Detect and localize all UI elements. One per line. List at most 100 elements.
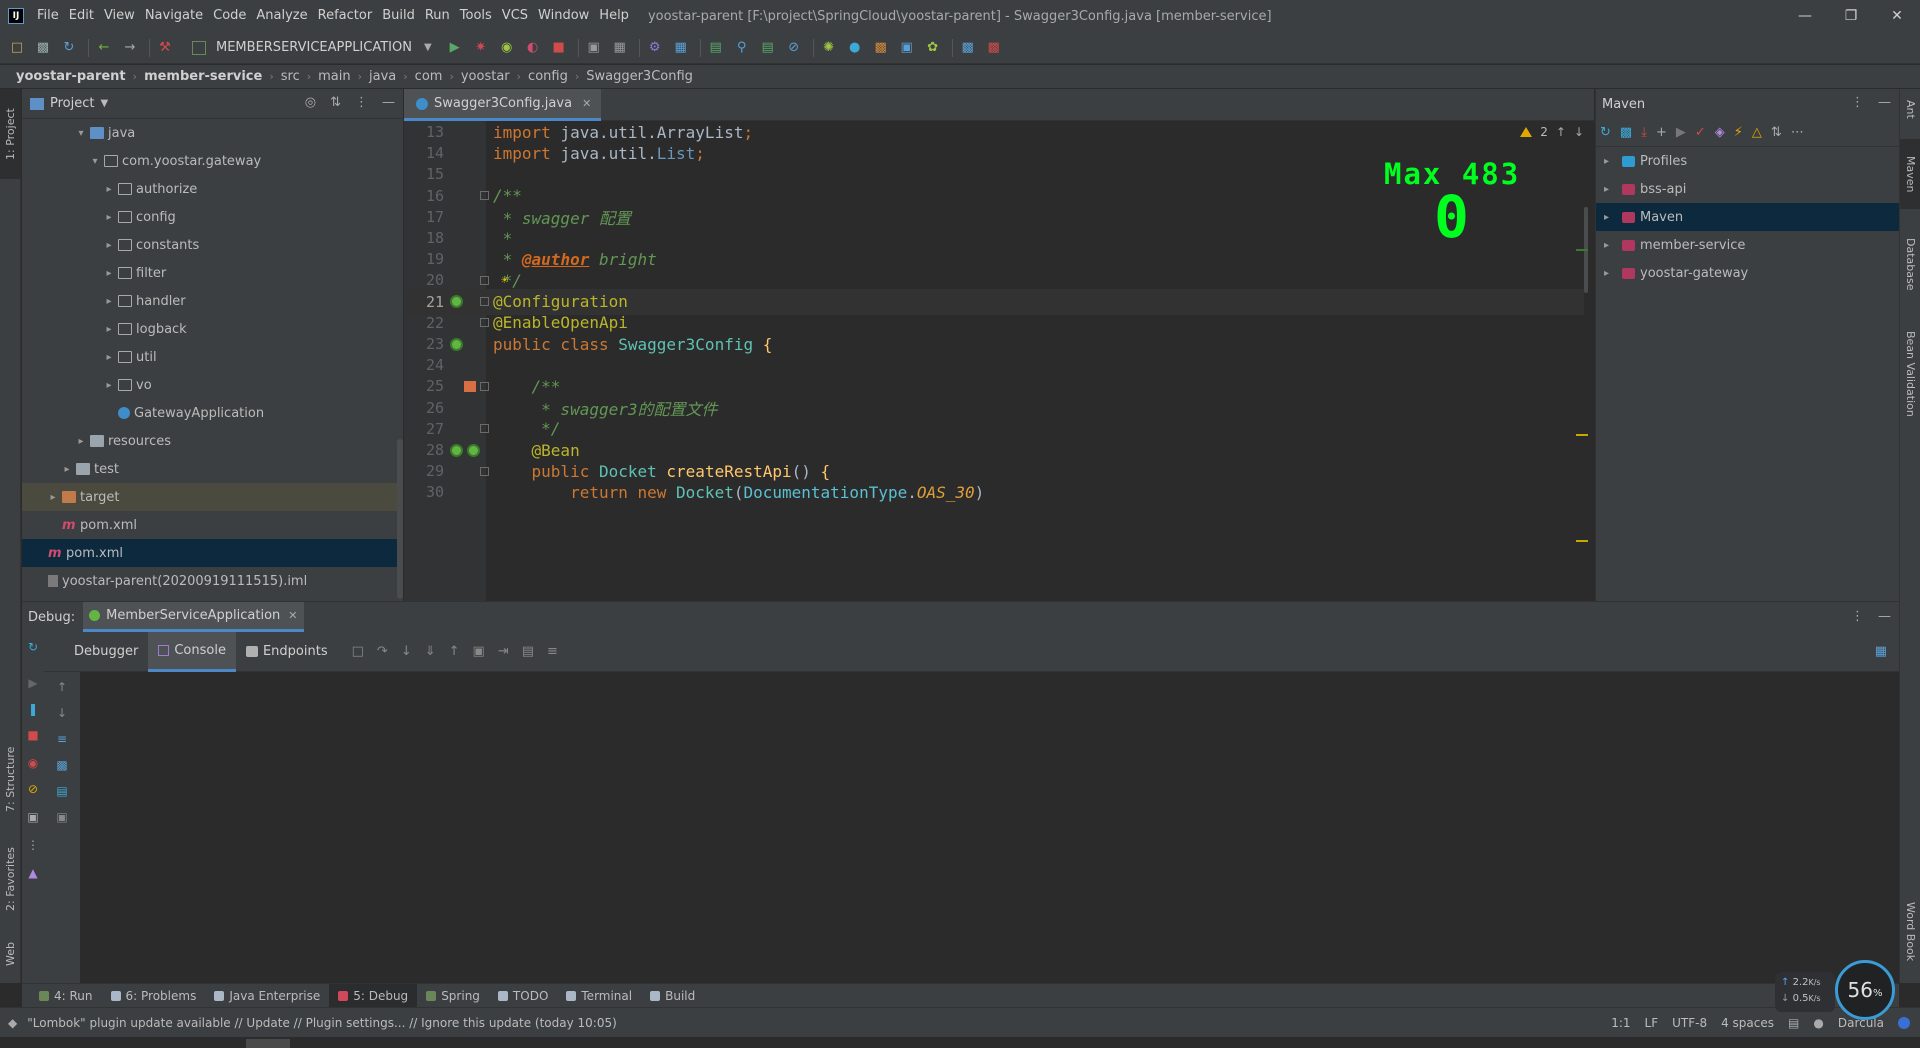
tree-node[interactable]: GatewayApplication [22, 399, 403, 427]
lock-icon[interactable]: ▤ [1788, 1016, 1799, 1030]
chevron-right-icon[interactable]: ▸ [1604, 240, 1618, 251]
status-message[interactable]: "Lombok" plugin update available // Upda… [27, 1016, 617, 1030]
module-plugin-icon[interactable]: ▩ [870, 37, 892, 59]
breadcrumb-item[interactable]: src [281, 69, 300, 84]
breadcrumb-item[interactable]: member-service [144, 69, 262, 84]
layout-plugin-icon[interactable]: ▣ [896, 37, 918, 59]
reload-icon[interactable]: ↻ [1600, 125, 1611, 140]
menu-file[interactable]: File [32, 0, 64, 32]
tree-node[interactable]: ▾ java [22, 119, 403, 147]
fold-marker-icon[interactable] [480, 191, 489, 201]
pause-icon[interactable]: ❚ [26, 702, 40, 716]
fold-marker-icon[interactable] [480, 318, 489, 328]
search-icon[interactable]: ⚲ [731, 37, 753, 59]
debug-icon[interactable]: ✷ [470, 37, 492, 59]
menu-build[interactable]: Build [377, 0, 420, 32]
warning-stripe-marker[interactable] [1576, 434, 1588, 436]
tree-node[interactable]: ▸ vo [22, 371, 403, 399]
chevron-right-icon[interactable]: ▸ [74, 436, 88, 447]
close-icon[interactable]: ✕ [288, 609, 297, 622]
forward-arrow-icon[interactable]: → [119, 37, 141, 59]
menu-code[interactable]: Code [208, 0, 251, 32]
no-entry-icon[interactable]: ⊘ [783, 37, 805, 59]
more-options-icon[interactable]: ⋮ [1851, 95, 1864, 110]
chevron-down-icon[interactable]: ▾ [88, 156, 102, 167]
attach-debugger-icon[interactable]: ▣ [583, 37, 605, 59]
minimize-button[interactable]: — [1782, 0, 1828, 32]
bottom-tool-terminal[interactable]: Terminal [557, 984, 641, 1008]
chart-icon[interactable]: ▤ [757, 37, 779, 59]
tab-endpoints[interactable]: Endpoints [236, 632, 338, 672]
tree-node[interactable]: ▸ resources [22, 427, 403, 455]
sync-icon[interactable]: ↻ [58, 37, 80, 59]
maven-tree-item[interactable]: ▸ Maven [1596, 203, 1899, 231]
warning-stripe-marker[interactable] [1576, 540, 1588, 542]
chevron-right-icon[interactable]: ▸ [1604, 268, 1618, 279]
tree-node[interactable]: ▸ filter [22, 259, 403, 287]
fold-marker-icon[interactable] [480, 297, 489, 307]
bookmark-icon[interactable] [464, 380, 476, 392]
chevron-right-icon[interactable]: ▸ [102, 296, 116, 307]
fold-marker-icon[interactable] [480, 466, 489, 476]
maven-execute-icon[interactable]: ✓ [1695, 125, 1706, 140]
tree-node[interactable]: ▸ authorize [22, 175, 403, 203]
menu-tools[interactable]: Tools [455, 0, 497, 32]
menu-help[interactable]: Help [594, 0, 634, 32]
toggle-offline-icon[interactable]: ◈ [1715, 125, 1725, 140]
rerun-icon[interactable]: ↻ [26, 640, 40, 654]
chevron-right-icon[interactable]: ▸ [102, 268, 116, 279]
save-all-icon[interactable]: ▩ [32, 37, 54, 59]
breadcrumb-item[interactable]: yoostar-parent [16, 69, 126, 84]
restore-button[interactable]: ❐ [1828, 0, 1874, 32]
menu-refactor[interactable]: Refactor [313, 0, 378, 32]
tree-node[interactable]: m pom.xml [22, 511, 403, 539]
step-into-icon[interactable]: ↓ [401, 644, 412, 659]
menu-run[interactable]: Run [420, 0, 455, 32]
force-step-into-icon[interactable]: ⇓ [425, 644, 436, 659]
settings-icon[interactable]: ⋯ [1791, 125, 1804, 140]
stop-icon[interactable]: ■ [26, 728, 40, 742]
run-icon[interactable]: ▶ [444, 37, 466, 59]
evaluate-icon[interactable]: ▤ [522, 644, 534, 659]
chevron-right-icon[interactable]: ▸ [102, 380, 116, 391]
indent-setting[interactable]: 4 spaces [1721, 1016, 1774, 1030]
file-encoding[interactable]: UTF-8 [1672, 1016, 1707, 1030]
web-tool-tab[interactable]: Web [0, 929, 21, 979]
breadcrumb-item[interactable]: Swagger3Config [586, 69, 693, 84]
puzzle-plugin-icon[interactable]: ✿ [922, 37, 944, 59]
drop-frame-icon[interactable]: ▣ [473, 644, 485, 659]
bean-validation-tool-tab[interactable]: Bean Validation [1900, 314, 1920, 434]
ant-tool-tab[interactable]: Ant [1900, 89, 1920, 129]
project-structure-icon[interactable]: ▦ [609, 37, 631, 59]
fold-marker-icon[interactable] [480, 275, 489, 285]
bottom-tool-spring[interactable]: Spring [417, 984, 489, 1008]
tree-node[interactable]: ▸ constants [22, 231, 403, 259]
previous-highlight-icon[interactable]: ↑ [1556, 125, 1566, 139]
breadcrumb-item[interactable]: yoostar [461, 69, 510, 84]
step-over-icon[interactable]: ↷ [377, 644, 388, 659]
console-output[interactable] [80, 672, 1899, 984]
terminal-icon[interactable]: ▤ [705, 37, 727, 59]
fold-marker-icon[interactable] [480, 381, 489, 391]
dependency-diagram-icon[interactable]: △ [1752, 125, 1762, 140]
caret-position[interactable]: 1:1 [1611, 1016, 1630, 1030]
next-highlight-icon[interactable]: ↓ [1574, 125, 1584, 139]
chevron-right-icon[interactable]: ▸ [1604, 212, 1618, 223]
bottom-tool-5-debug[interactable]: 5: Debug [329, 983, 418, 1008]
open-folder-icon[interactable]: □ [6, 37, 28, 59]
menu-navigate[interactable]: Navigate [140, 0, 208, 32]
chevron-down-icon[interactable]: ▼ [100, 98, 108, 109]
menu-window[interactable]: Window [533, 0, 594, 32]
chevron-right-icon[interactable]: ▸ [102, 184, 116, 195]
tab-console[interactable]: Console [148, 631, 236, 672]
tree-node[interactable]: ▸ logback [22, 315, 403, 343]
bottom-tool-todo[interactable]: TODO [489, 984, 557, 1008]
hide-panel-icon[interactable]: — [1878, 609, 1891, 624]
more-options-icon[interactable]: ⋮ [1851, 609, 1864, 624]
download-icon[interactable]: ⤓ [1641, 125, 1647, 140]
spring-bean-icon[interactable] [467, 443, 480, 457]
fold-marker-icon[interactable] [480, 424, 489, 434]
database-tool-tab[interactable]: Database [1900, 219, 1920, 309]
hide-panel-icon[interactable]: — [382, 95, 395, 110]
tree-node[interactable]: ▸ config [22, 203, 403, 231]
